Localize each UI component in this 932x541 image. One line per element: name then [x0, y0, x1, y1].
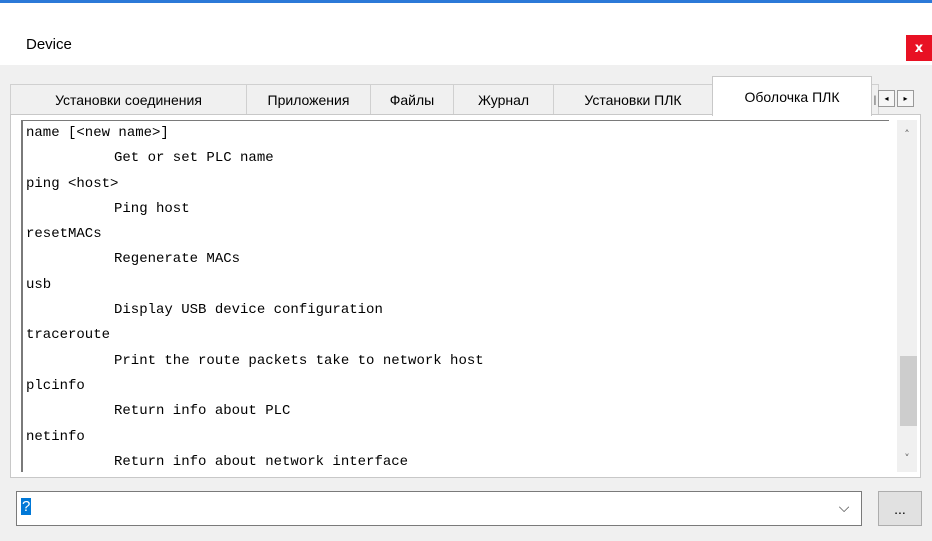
console-line: Get or set PLC name — [114, 150, 274, 167]
tab-log[interactable]: Журнал — [453, 84, 554, 115]
console-line: usb — [26, 276, 52, 293]
console-line: traceroute — [26, 327, 111, 344]
scroll-up-icon[interactable]: ˄ — [897, 124, 917, 144]
scroll-down-icon[interactable]: ˅ — [897, 448, 917, 468]
console-line: plcinfo — [26, 377, 85, 394]
console-output[interactable]: name [<new name>] Get or set PLC name ping… — [21, 120, 889, 472]
window-title: Device — [26, 36, 72, 53]
console-line: Ping host — [114, 200, 190, 217]
chevron-down-icon[interactable]: ⌵ — [835, 499, 853, 517]
command-input[interactable]: ? — [21, 498, 821, 518]
console-line: ping <host> — [26, 175, 119, 192]
console-line: Return info about PLC — [114, 403, 291, 420]
tab-files[interactable]: Файлы — [370, 84, 454, 115]
shell-panel: name [<new name>] Get or set PLC name ping… — [10, 114, 921, 478]
console-line: Regenerate MACs — [114, 251, 241, 268]
tab-plc-shell[interactable]: Оболочка ПЛК — [712, 76, 872, 116]
console-line: resetMACs — [26, 226, 102, 243]
console-line: name [<new name>] — [26, 125, 169, 141]
device-window: Device x Установки соединения Приложения… — [0, 0, 932, 541]
console-line: Display USB device configuration — [114, 302, 383, 319]
command-input-value: ? — [21, 498, 32, 515]
scroll-left-icon[interactable]: ◂ — [878, 90, 895, 107]
command-combobox[interactable]: ? ⌵ — [16, 491, 862, 526]
tab-connection-settings[interactable]: Установки соединения — [10, 84, 247, 115]
close-icon: x — [914, 40, 924, 56]
console-line: Print the route packets take to network … — [114, 352, 484, 369]
tab-strip: Установки соединения Приложения Файлы Жу… — [10, 76, 922, 116]
close-button[interactable]: x — [906, 35, 932, 61]
scroll-right-icon[interactable]: ▸ — [897, 90, 914, 107]
more-button[interactable]: ... — [878, 491, 922, 526]
tab-plc-settings[interactable]: Установки ПЛК — [553, 84, 713, 115]
scrollbar-thumb[interactable] — [900, 356, 917, 426]
tab-applications[interactable]: Приложения — [246, 84, 371, 115]
console-scrollbar[interactable]: ˄ ˅ — [897, 120, 917, 472]
console-line: netinfo — [26, 428, 85, 445]
console-line: Return info about network interface — [114, 453, 409, 470]
tab-scroll-buttons: ◂ ▸ — [878, 90, 918, 108]
title-bar: Device x — [0, 3, 932, 65]
